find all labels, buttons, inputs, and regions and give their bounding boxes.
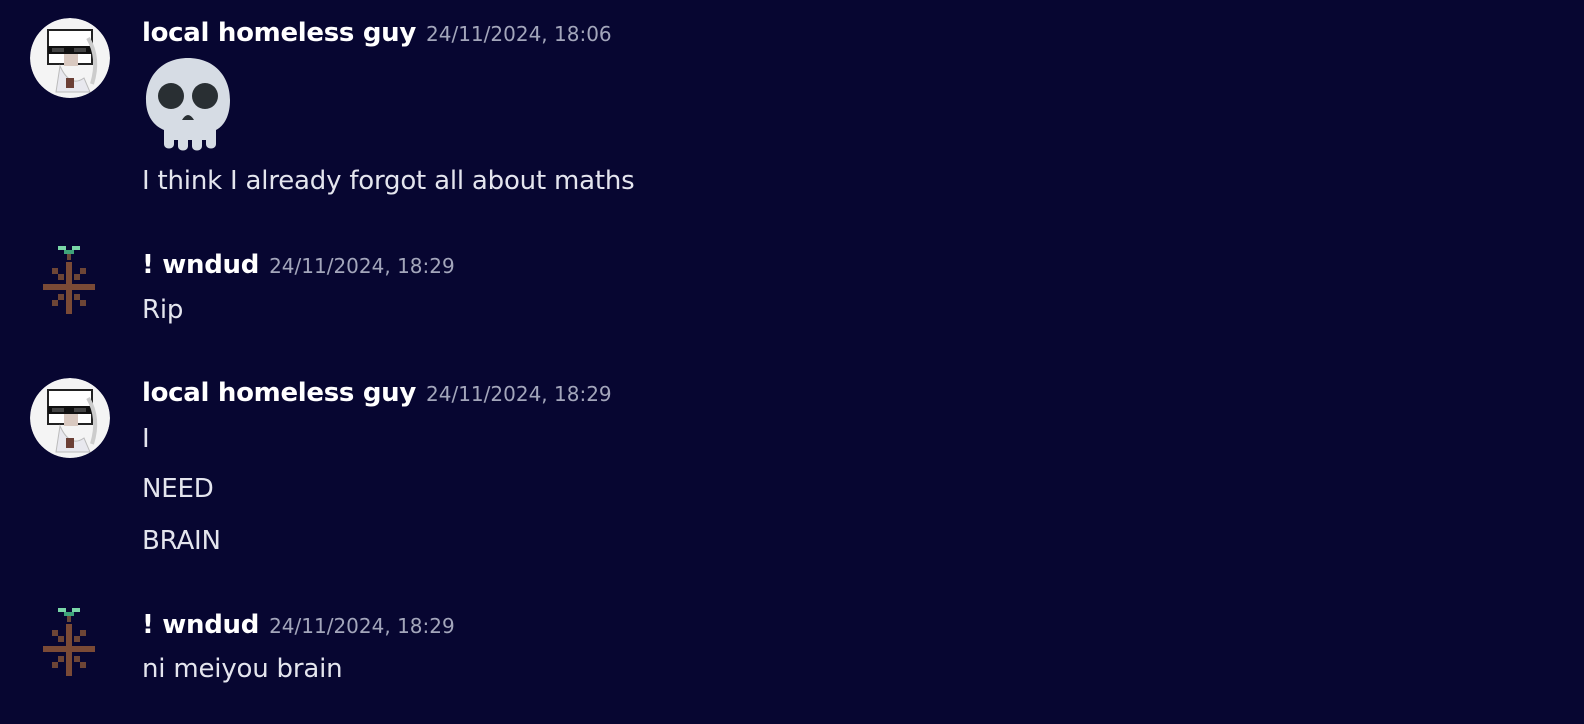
message-text: I think I already forgot all about maths	[142, 166, 635, 196]
message-text: I	[142, 424, 150, 454]
user-avatar[interactable]	[30, 378, 110, 458]
message-header: local homeless guy 24/11/2024, 18:29	[142, 378, 612, 408]
skull-emoji	[142, 56, 234, 158]
message-timestamp: 24/11/2024, 18:06	[426, 22, 612, 46]
message-timestamp: 24/11/2024, 18:29	[426, 382, 612, 406]
message-text: BRAIN	[142, 526, 221, 556]
message-text: NEED	[142, 474, 214, 504]
message-author[interactable]: local homeless guy	[142, 378, 416, 408]
sunglasses-avatar-icon	[30, 378, 110, 458]
message-header: ! wndud 24/11/2024, 18:29	[142, 250, 455, 280]
message-author[interactable]: ! wndud	[142, 250, 259, 280]
message-timestamp: 24/11/2024, 18:29	[269, 614, 455, 638]
message-timestamp: 24/11/2024, 18:29	[269, 254, 455, 278]
user-avatar[interactable]	[30, 18, 110, 98]
message-author[interactable]: ! wndud	[142, 610, 259, 640]
message-header: local homeless guy 24/11/2024, 18:06	[142, 18, 612, 48]
message-text: ni meiyou brain	[142, 654, 343, 684]
user-avatar[interactable]	[30, 238, 110, 318]
sprout-pixel-avatar-icon	[43, 608, 95, 676]
message-header: ! wndud 24/11/2024, 18:29	[142, 610, 455, 640]
message-text: Rip	[142, 295, 184, 325]
chat-message-list: local homeless guy 24/11/2024, 18:06 I th…	[0, 0, 1584, 724]
user-avatar[interactable]	[30, 600, 110, 680]
message-author[interactable]: local homeless guy	[142, 18, 416, 48]
sprout-pixel-avatar-icon	[43, 246, 95, 314]
sunglasses-avatar-icon	[30, 18, 110, 98]
